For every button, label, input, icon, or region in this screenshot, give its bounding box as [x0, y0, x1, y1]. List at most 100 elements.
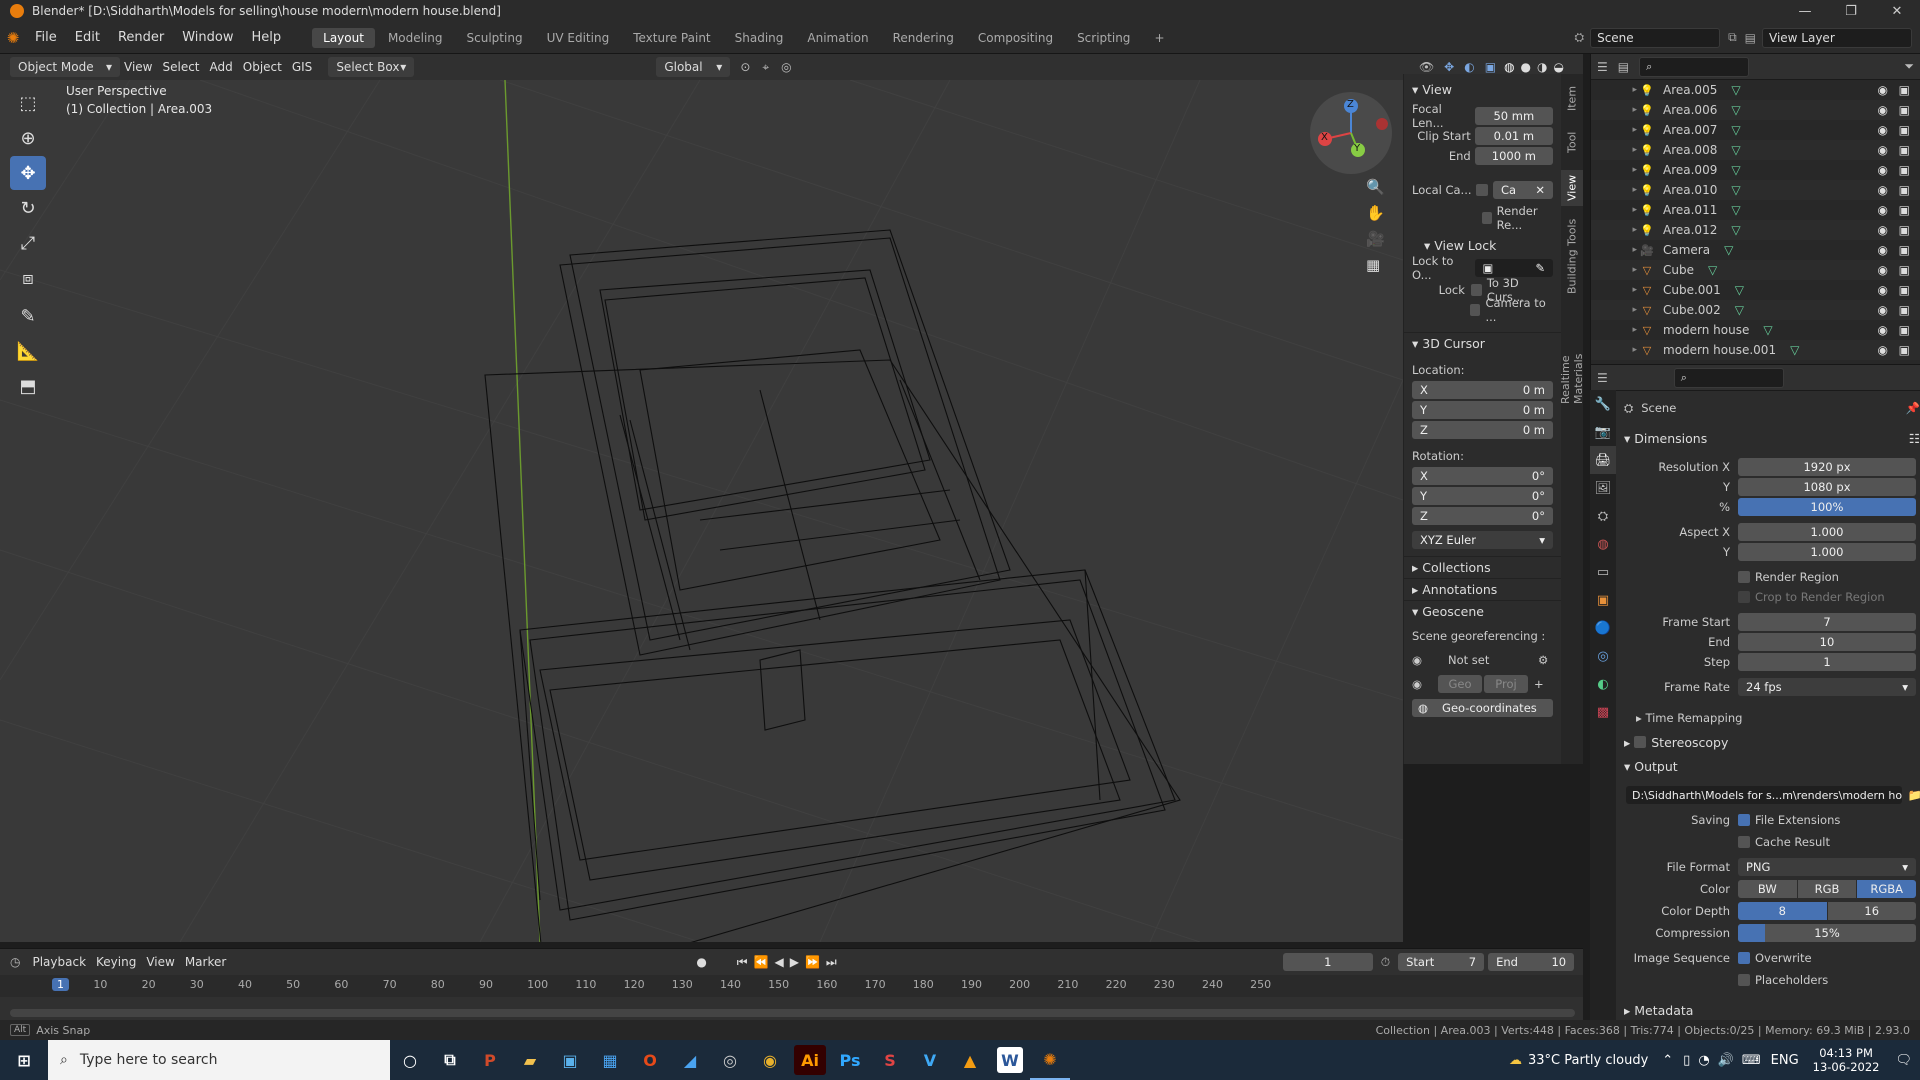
tab-building-tools[interactable]: Building Tools — [1561, 214, 1583, 298]
tab-scripting[interactable]: Scripting — [1066, 28, 1141, 48]
select-box-dropdown[interactable]: Select Box ▾ — [328, 57, 415, 77]
frame-step-field[interactable]: 1 — [1738, 653, 1916, 671]
time-remapping-header[interactable]: ▸ Time Remapping — [1636, 708, 1920, 728]
visibility-eye-icon[interactable]: ◉ — [1878, 103, 1888, 117]
filter-icon[interactable]: ⏷ — [1904, 59, 1914, 74]
focal-length-field[interactable]: 50 mm — [1474, 107, 1553, 125]
physics-tab-icon[interactable]: ◎ — [1590, 642, 1616, 670]
outliner-row[interactable]: ▸ 💡 Area.006 ▽ ◉ ▣ — [1591, 100, 1920, 120]
menu-edit[interactable]: Edit — [66, 30, 109, 45]
depth-8-button[interactable]: 8 — [1738, 902, 1827, 920]
menu-gis[interactable]: GIS — [292, 60, 312, 74]
taskbar-search-box[interactable]: ⌕ Type here to search — [48, 1040, 390, 1080]
menu-render[interactable]: Render — [109, 30, 173, 45]
resolution-x-field[interactable]: 1920 px — [1738, 458, 1916, 476]
menu-playback[interactable]: Playback — [32, 955, 86, 969]
render-camera-icon[interactable]: ▣ — [1899, 83, 1910, 97]
tool-tab-icon[interactable]: 🔧 — [1590, 390, 1616, 418]
render-camera-icon[interactable]: ▣ — [1899, 263, 1910, 277]
cursor-rotation-y[interactable]: Y 0° — [1412, 487, 1553, 505]
tab-modeling[interactable]: Modeling — [377, 28, 454, 48]
menu-timeline-view[interactable]: View — [146, 955, 174, 969]
geoscene-section-header[interactable]: ▾ Geoscene — [1404, 600, 1561, 622]
depth-16-button[interactable]: 16 — [1827, 902, 1916, 920]
visibility-eye-icon[interactable]: ◉ — [1878, 323, 1888, 337]
file-extensions-checkbox[interactable] — [1738, 814, 1750, 826]
outliner-row[interactable]: ▸ 💡 Area.011 ▽ ◉ ▣ — [1591, 200, 1920, 220]
volume-icon[interactable]: 🔊 — [1718, 1053, 1734, 1068]
cursor-tool-icon[interactable]: ⊕ — [10, 121, 46, 155]
tab-uv-editing[interactable]: UV Editing — [536, 28, 621, 48]
shading-material-icon[interactable]: ◑ — [1537, 60, 1547, 74]
outliner-search-input[interactable]: ⌕ — [1639, 56, 1750, 77]
cursor-location-z[interactable]: Z 0 m — [1412, 421, 1553, 439]
navigation-gizmo[interactable]: Z X Y — [1310, 92, 1392, 174]
tab-rendering[interactable]: Rendering — [882, 28, 965, 48]
blender-taskbar-icon[interactable]: ✺ — [1030, 1040, 1070, 1080]
tab-shading[interactable]: Shading — [724, 28, 795, 48]
frame-rate-dropdown[interactable]: 24 fps ▾ — [1738, 678, 1916, 696]
powerpoint-icon[interactable]: P — [470, 1040, 510, 1080]
view-lock-header[interactable]: ▾ View Lock — [1404, 234, 1561, 256]
end-frame-field[interactable]: End 10 — [1488, 953, 1575, 971]
file-format-dropdown[interactable]: PNG ▾ — [1738, 858, 1916, 876]
new-scene-icon[interactable]: ⧉ — [1728, 30, 1737, 45]
pivot-icon[interactable]: ⊙ — [740, 60, 750, 74]
menu-select[interactable]: Select — [162, 60, 199, 74]
render-camera-icon[interactable]: ▣ — [1899, 243, 1910, 257]
frame-start-field[interactable]: 7 — [1738, 613, 1916, 631]
visibility-eye-icon[interactable]: ◉ — [1878, 243, 1888, 257]
pan-hand-icon[interactable]: ✋ — [1366, 204, 1385, 222]
local-camera-field[interactable]: Ca ✕ — [1493, 181, 1553, 199]
vlc-icon[interactable]: ▲ — [950, 1040, 990, 1080]
clock[interactable]: 04:13 PM 13-06-2022 — [1813, 1046, 1880, 1074]
color-rgba-button[interactable]: RGBA — [1857, 880, 1917, 898]
expand-arrow-icon[interactable]: ▸ — [1591, 105, 1637, 115]
annotate-tool-icon[interactable]: ✎ — [10, 299, 46, 333]
record-icon[interactable]: ● — [696, 955, 706, 969]
app-icon[interactable]: ◎ — [710, 1040, 750, 1080]
world-tab-icon[interactable]: ◍ — [1590, 530, 1616, 558]
placeholders-checkbox[interactable] — [1738, 974, 1750, 986]
metadata-panel-header[interactable]: ▸ Metadata — [1624, 1000, 1920, 1020]
aspect-x-field[interactable]: 1.000 — [1738, 523, 1916, 541]
modifier-tab-icon[interactable]: 🔵 — [1590, 614, 1616, 642]
tab-compositing[interactable]: Compositing — [967, 28, 1064, 48]
expand-arrow-icon[interactable]: ▸ — [1591, 285, 1637, 295]
rotation-mode-dropdown[interactable]: XYZ Euler ▾ — [1412, 531, 1553, 549]
tab-view[interactable]: View — [1561, 170, 1583, 206]
visibility-eye-icon[interactable]: ◉ — [1878, 123, 1888, 137]
word-icon[interactable]: W — [997, 1047, 1023, 1073]
editor-type-icon[interactable]: ☰ — [1597, 60, 1608, 74]
render-camera-icon[interactable]: ▣ — [1899, 163, 1910, 177]
cursor-location-y[interactable]: Y 0 m — [1412, 401, 1553, 419]
aspect-y-field[interactable]: 1.000 — [1738, 543, 1916, 561]
scene-tab-icon[interactable]: ⛭ — [1590, 502, 1616, 530]
outliner-row[interactable]: ▸ 🎥 Camera ▽ ◉ ▣ — [1591, 240, 1920, 260]
view-section-header[interactable]: ▾ View — [1404, 78, 1561, 100]
transform-tool-icon[interactable]: ⧈ — [10, 261, 46, 295]
pin-icon[interactable]: 📌 — [1906, 401, 1920, 415]
weather-text[interactable]: 33°C Partly cloudy — [1528, 1053, 1648, 1068]
3d-viewport[interactable]: User Perspective (1) Collection | Area.0… — [0, 80, 1403, 942]
resolution-y-field[interactable]: 1080 px — [1738, 478, 1916, 496]
dimensions-panel-header[interactable]: ▾ Dimensions ☷ — [1624, 428, 1920, 448]
shading-wireframe-icon[interactable]: ◍ — [1504, 60, 1514, 74]
display-mode-icon[interactable]: ▤ — [1618, 60, 1629, 74]
annotations-section-header[interactable]: ▸ Annotations — [1404, 578, 1561, 600]
measure-tool-icon[interactable]: 📐 — [10, 334, 46, 368]
network-icon[interactable]: ◔ — [1698, 1053, 1709, 1068]
radio-icon[interactable]: ◉ — [1412, 653, 1428, 667]
cursor-location-x[interactable]: X 0 m — [1412, 381, 1553, 399]
tab-tool[interactable]: Tool — [1561, 126, 1583, 158]
expand-arrow-icon[interactable]: ▸ — [1591, 305, 1637, 315]
snap-icon[interactable]: ⌖ — [762, 60, 769, 75]
render-camera-icon[interactable]: ▣ — [1899, 303, 1910, 317]
minimize-icon[interactable]: — — [1782, 0, 1828, 22]
visibility-eye-icon[interactable]: ◉ — [1878, 303, 1888, 317]
menu-view[interactable]: View — [124, 60, 152, 74]
visibility-eye-icon[interactable]: ◉ — [1878, 83, 1888, 97]
menu-object[interactable]: Object — [243, 60, 282, 74]
app-icon[interactable]: ◢ — [670, 1040, 710, 1080]
add-icon[interactable]: + — [1534, 677, 1544, 691]
